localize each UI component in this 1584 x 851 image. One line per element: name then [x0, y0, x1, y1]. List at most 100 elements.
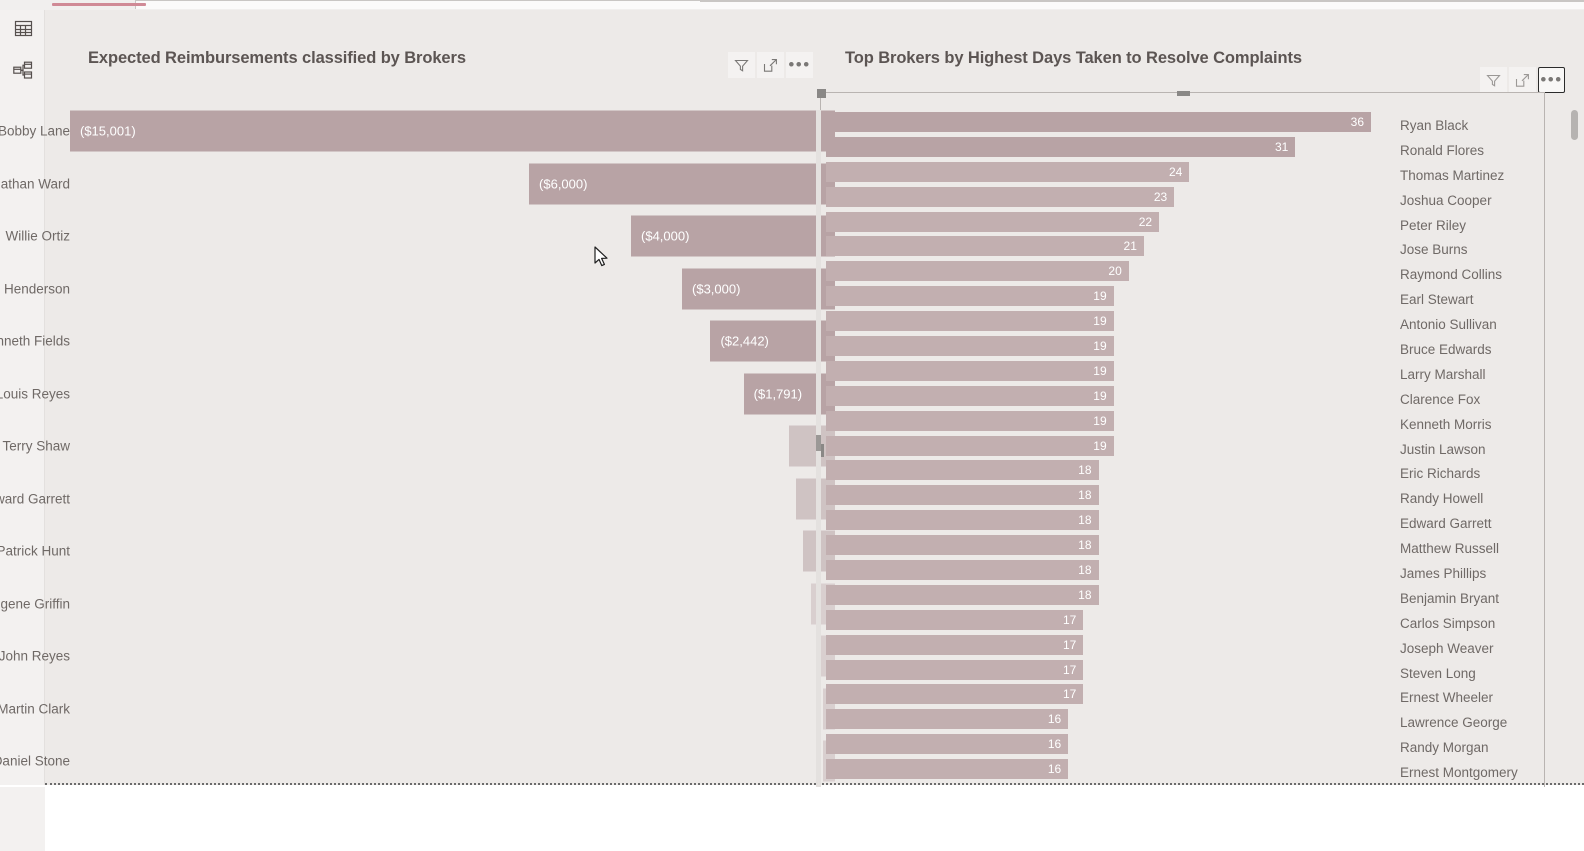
bar[interactable]: 21: [826, 236, 1144, 257]
bar-chart-row[interactable]: 18: [823, 508, 1383, 533]
bar-chart-row[interactable]: 20: [823, 259, 1383, 284]
horizontal-bar-chart-reimbursements[interactable]: Bobby Lane ($15,001) Jonathan Ward ($6,000)…: [0, 105, 835, 782]
broker-name-label[interactable]: Ronald Flores: [1400, 139, 1584, 164]
bar-chart-row[interactable]: Daniel Stone: [0, 735, 835, 788]
bar-chart-row[interactable]: Edward Garrett: [0, 473, 835, 526]
bar[interactable]: 17: [826, 659, 1084, 680]
bar[interactable]: 18: [826, 510, 1099, 531]
bar[interactable]: 16: [826, 709, 1069, 730]
bar[interactable]: 17: [826, 634, 1084, 655]
bar[interactable]: 36: [826, 112, 1371, 132]
bar[interactable]: 19: [826, 286, 1114, 307]
filter-icon[interactable]: [1480, 67, 1507, 93]
broker-name-label[interactable]: Joshua Cooper: [1400, 189, 1584, 214]
bar-chart-row[interactable]: 18: [823, 583, 1383, 608]
bar-chart-row[interactable]: 17: [823, 682, 1383, 707]
bar-chart-row[interactable]: 36: [823, 110, 1383, 135]
bar-chart-row[interactable]: 16: [823, 732, 1383, 757]
bar[interactable]: 19: [826, 410, 1114, 431]
bar[interactable]: 24: [826, 161, 1190, 182]
bar-chart-row[interactable]: 19: [823, 284, 1383, 309]
bar-chart-row[interactable]: Bobby Lane ($15,001): [0, 105, 835, 158]
filter-icon[interactable]: [728, 52, 755, 78]
bar-chart-row[interactable]: 19: [823, 409, 1383, 434]
bar[interactable]: 22: [826, 211, 1160, 232]
bar[interactable]: 18: [826, 584, 1099, 605]
bar-chart-row[interactable]: Jonathan Ward ($6,000): [0, 158, 835, 211]
broker-name-label[interactable]: Randy Morgan: [1400, 736, 1584, 761]
more-options-icon[interactable]: •••: [1538, 67, 1565, 93]
bar-chart-row[interactable]: 19: [823, 434, 1383, 459]
bar-chart-row[interactable]: George Henderson ($3,000): [0, 263, 835, 316]
bar[interactable]: 19: [826, 385, 1114, 406]
broker-name-label[interactable]: Clarence Fox: [1400, 388, 1584, 413]
broker-name-label[interactable]: Matthew Russell: [1400, 537, 1584, 562]
visual-inner-scrollbar-thumb[interactable]: [816, 435, 821, 451]
bar[interactable]: 16: [826, 734, 1069, 755]
bar[interactable]: 20: [826, 261, 1129, 282]
bar-chart-row[interactable]: Kenneth Fields ($2,442): [0, 315, 835, 368]
bar-chart-row[interactable]: 22: [823, 210, 1383, 235]
broker-name-label[interactable]: Jose Burns: [1400, 238, 1584, 263]
broker-name-label[interactable]: Justin Lawson: [1400, 438, 1584, 463]
bar-chart-row[interactable]: Terry Shaw: [2, 420, 835, 473]
broker-name-label[interactable]: Peter Riley: [1400, 214, 1584, 239]
broker-name-label[interactable]: Ryan Black: [1400, 114, 1584, 139]
bar-chart-row[interactable]: 19: [823, 384, 1383, 409]
bar[interactable]: 31: [826, 136, 1296, 157]
bar-chart-row[interactable]: Martin Clark: [0, 683, 835, 736]
model-view-icon[interactable]: [11, 58, 35, 82]
bar-chart-row[interactable]: Eugene Griffin: [0, 578, 835, 631]
bar-chart-row[interactable]: 21: [823, 234, 1383, 259]
active-tab-underline[interactable]: [52, 3, 146, 6]
broker-name-label[interactable]: James Phillips: [1400, 562, 1584, 587]
bar-chart-row[interactable]: Willie Ortiz ($4,000): [6, 210, 835, 263]
bar[interactable]: 19: [826, 336, 1114, 357]
bar-chart-row[interactable]: 18: [823, 533, 1383, 558]
broker-name-label[interactable]: Benjamin Bryant: [1400, 587, 1584, 612]
bar-chart-row[interactable]: 16: [823, 757, 1383, 782]
bar-chart-row[interactable]: 17: [823, 658, 1383, 683]
bar[interactable]: 19: [826, 360, 1114, 381]
bar-chart-row[interactable]: 18: [823, 558, 1383, 583]
broker-name-label[interactable]: Ernest Wheeler: [1400, 686, 1584, 711]
bar-chart-row[interactable]: John Reyes: [0, 630, 835, 683]
page-scrollbar[interactable]: [1571, 110, 1578, 800]
broker-name-label[interactable]: Eric Richards: [1400, 462, 1584, 487]
bar-chart-row[interactable]: 19: [823, 359, 1383, 384]
bar[interactable]: 18: [826, 535, 1099, 556]
focus-mode-icon[interactable]: [757, 52, 784, 78]
bar[interactable]: 19: [826, 435, 1114, 456]
broker-name-label[interactable]: Earl Stewart: [1400, 288, 1584, 313]
broker-name-label[interactable]: Bruce Edwards: [1400, 338, 1584, 363]
bar-chart-row[interactable]: 31: [823, 135, 1383, 160]
broker-name-label[interactable]: Thomas Martinez: [1400, 164, 1584, 189]
bar[interactable]: 18: [826, 485, 1099, 506]
bar-chart-row[interactable]: 24: [823, 160, 1383, 185]
broker-name-label[interactable]: Joseph Weaver: [1400, 637, 1584, 662]
broker-name-label[interactable]: Ernest Montgomery: [1400, 761, 1584, 786]
bar[interactable]: 17: [826, 609, 1084, 630]
bar-chart-row[interactable]: Patrick Hunt: [0, 525, 835, 578]
broker-name-label[interactable]: Antonio Sullivan: [1400, 313, 1584, 338]
bar-chart-row[interactable]: 16: [823, 707, 1383, 732]
bar-chart-row[interactable]: Louis Reyes ($1,791): [0, 368, 835, 421]
broker-name-label[interactable]: Larry Marshall: [1400, 363, 1584, 388]
report-canvas[interactable]: Expected Reimbursements classified by Br…: [0, 10, 1584, 810]
bar-chart-row[interactable]: 18: [823, 458, 1383, 483]
broker-name-label[interactable]: Lawrence George: [1400, 711, 1584, 736]
bar-chart-row[interactable]: 17: [823, 633, 1383, 658]
visual-expected-reimbursements[interactable]: Expected Reimbursements classified by Br…: [0, 10, 835, 782]
broker-name-axis-list[interactable]: Ryan Black Ronald Flores Thomas Martinez Jo…: [1400, 114, 1584, 786]
broker-name-label[interactable]: Carlos Simpson: [1400, 612, 1584, 637]
broker-name-label[interactable]: Randy Howell: [1400, 487, 1584, 512]
broker-name-label[interactable]: Kenneth Morris: [1400, 413, 1584, 438]
bar[interactable]: 16: [826, 759, 1069, 780]
bar[interactable]: 17: [826, 684, 1084, 705]
visual-inner-scrollbar[interactable]: [816, 110, 821, 800]
horizontal-bar-chart-days[interactable]: 36 31 24 23 22 21 20 19 19 19 19 19 19 19 18 18 18 18 18 18…: [823, 110, 1383, 800]
page-scrollbar-thumb[interactable]: [1571, 110, 1578, 140]
bar[interactable]: 19: [826, 311, 1114, 332]
bar[interactable]: ($15,001): [70, 110, 835, 152]
bar-chart-row[interactable]: 23: [823, 185, 1383, 210]
